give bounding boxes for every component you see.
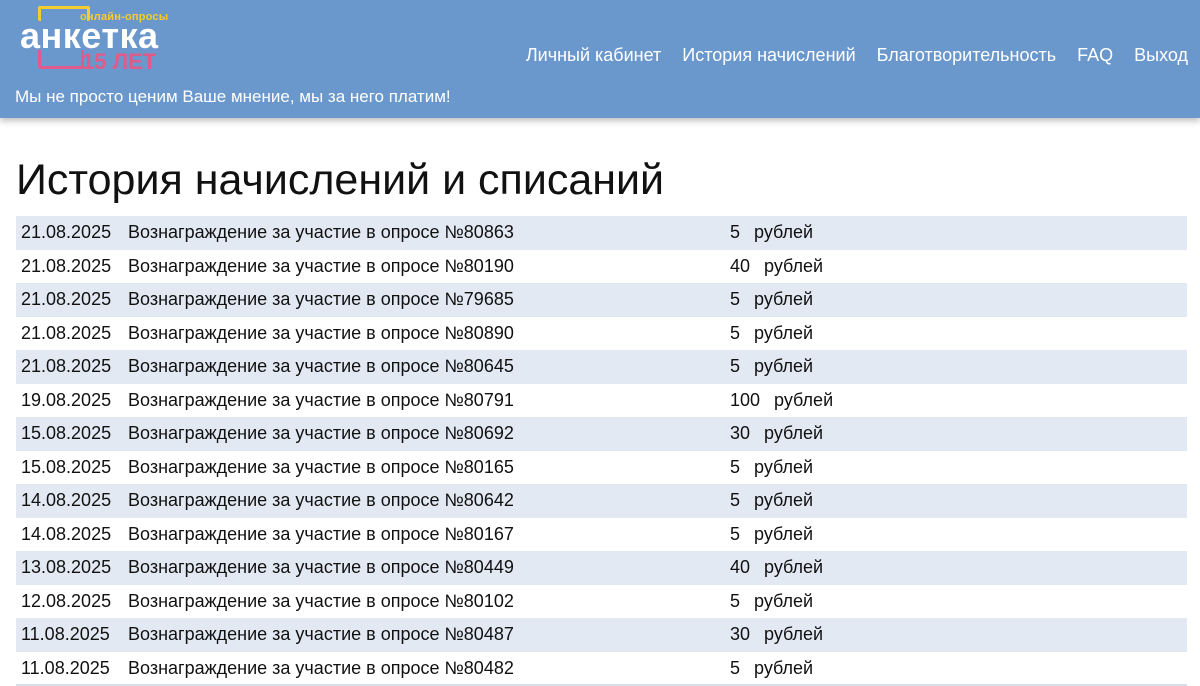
transaction-amount-group: 40 рублей bbox=[730, 250, 823, 284]
transaction-amount: 5 bbox=[730, 590, 741, 611]
site-logo[interactable]: онлайн-опросы анкетка 15 ЛЕТ bbox=[20, 2, 180, 74]
transaction-currency: рублей bbox=[774, 389, 834, 410]
page-title: История начислений и списаний bbox=[16, 156, 665, 204]
transaction-amount: 40 bbox=[730, 557, 751, 577]
table-row: 13.08.2025 Вознаграждение за участие в оп… bbox=[16, 551, 1187, 585]
transaction-description: Вознаграждение за участие в опросе №8019… bbox=[128, 255, 514, 276]
transaction-description: Вознаграждение за участие в опросе №8064… bbox=[128, 356, 514, 376]
transaction-amount: 30 bbox=[730, 423, 751, 443]
transaction-amount: 5 bbox=[730, 657, 741, 678]
transaction-description: Вознаграждение за участие в опросе №8048… bbox=[128, 657, 514, 678]
transaction-amount: 5 bbox=[730, 490, 741, 510]
table-row: 21.08.2025 Вознаграждение за участие в оп… bbox=[16, 216, 1187, 250]
transaction-amount: 5 bbox=[730, 322, 741, 343]
transaction-currency: рублей bbox=[754, 289, 814, 309]
transaction-amount: 5 bbox=[730, 523, 741, 544]
transaction-date: 15.08.2025 bbox=[21, 456, 112, 477]
transaction-amount-group: 5 рублей bbox=[730, 216, 813, 250]
transaction-currency: рублей bbox=[754, 356, 814, 376]
main-nav: Личный кабинет История начислений Благот… bbox=[526, 45, 1188, 66]
transactions-table: 21.08.2025 Вознаграждение за участие в оп… bbox=[16, 216, 1187, 685]
table-row: 14.08.2025 Вознаграждение за участие в оп… bbox=[16, 517, 1187, 552]
table-row: 21.08.2025 Вознаграждение за участие в оп… bbox=[16, 249, 1187, 284]
table-row: 11.08.2025 Вознаграждение за участие в оп… bbox=[16, 618, 1187, 652]
transaction-description: Вознаграждение за участие в опросе №8016… bbox=[128, 523, 514, 544]
transaction-currency: рублей bbox=[754, 490, 814, 510]
table-row: 21.08.2025 Вознаграждение за участие в оп… bbox=[16, 316, 1187, 351]
table-row: 11.08.2025 Вознаграждение за участие в оп… bbox=[16, 651, 1187, 686]
transaction-description: Вознаграждение за участие в опросе №8086… bbox=[128, 222, 514, 242]
transaction-date: 21.08.2025 bbox=[21, 289, 112, 309]
transaction-description: Вознаграждение за участие в опросе №8089… bbox=[128, 322, 514, 343]
transaction-description: Вознаграждение за участие в опросе №8044… bbox=[128, 557, 514, 577]
transaction-amount-group: 5 рублей bbox=[730, 317, 813, 351]
transaction-currency: рублей bbox=[754, 590, 814, 611]
transaction-amount-group: 40 рублей bbox=[730, 551, 823, 585]
header-slogan: Мы не просто ценим Ваше мнение, мы за не… bbox=[15, 87, 451, 106]
transaction-amount: 5 bbox=[730, 456, 741, 477]
transaction-amount-group: 5 рублей bbox=[730, 283, 813, 317]
table-row: 14.08.2025 Вознаграждение за участие в оп… bbox=[16, 484, 1187, 518]
transaction-description: Вознаграждение за участие в опросе №8016… bbox=[128, 456, 514, 477]
transaction-date: 11.08.2025 bbox=[21, 657, 110, 678]
transaction-currency: рублей bbox=[764, 255, 824, 276]
transaction-description: Вознаграждение за участие в опросе №8048… bbox=[128, 624, 514, 644]
table-row: 15.08.2025 Вознаграждение за участие в оп… bbox=[16, 417, 1187, 451]
nav-personal-account[interactable]: Личный кабинет bbox=[526, 45, 661, 66]
transaction-amount-group: 30 рублей bbox=[730, 417, 823, 451]
transaction-amount: 30 bbox=[730, 624, 751, 644]
table-row: 15.08.2025 Вознаграждение за участие в оп… bbox=[16, 450, 1187, 485]
nav-logout[interactable]: Выход bbox=[1134, 45, 1188, 66]
nav-faq[interactable]: FAQ bbox=[1077, 45, 1113, 66]
transaction-currency: рублей bbox=[754, 657, 814, 678]
nav-history[interactable]: История начислений bbox=[682, 45, 855, 66]
transaction-amount: 100 bbox=[730, 389, 761, 410]
transaction-amount-group: 5 рублей bbox=[730, 585, 813, 619]
transaction-date: 21.08.2025 bbox=[21, 255, 112, 276]
transaction-currency: рублей bbox=[754, 222, 814, 242]
transaction-amount-group: 5 рублей bbox=[730, 484, 813, 518]
transaction-date: 21.08.2025 bbox=[21, 356, 112, 376]
transaction-date: 13.08.2025 bbox=[21, 557, 112, 577]
transaction-amount: 5 bbox=[730, 289, 741, 309]
transaction-currency: рублей bbox=[754, 322, 814, 343]
transaction-amount-group: 30 рублей bbox=[730, 618, 823, 652]
transaction-description: Вознаграждение за участие в опросе №8064… bbox=[128, 490, 514, 510]
transaction-description: Вознаграждение за участие в опросе №7968… bbox=[128, 289, 514, 309]
transaction-currency: рублей bbox=[764, 624, 824, 644]
transaction-amount-group: 5 рублей bbox=[730, 451, 813, 485]
transaction-amount: 5 bbox=[730, 356, 741, 376]
transaction-amount-group: 5 рублей bbox=[730, 652, 813, 686]
transaction-date: 19.08.2025 bbox=[21, 389, 112, 410]
table-row: 21.08.2025 Вознаграждение за участие в оп… bbox=[16, 350, 1187, 384]
transaction-date: 12.08.2025 bbox=[21, 590, 112, 611]
table-row: 21.08.2025 Вознаграждение за участие в оп… bbox=[16, 283, 1187, 317]
logo-frame-bottom bbox=[38, 50, 84, 69]
transaction-amount-group: 5 рублей bbox=[730, 350, 813, 384]
logo-years: 15 ЛЕТ bbox=[82, 49, 157, 74]
transaction-date: 14.08.2025 bbox=[21, 490, 112, 510]
transaction-description: Вознаграждение за участие в опросе №8010… bbox=[128, 590, 514, 611]
transaction-amount-group: 5 рублей bbox=[730, 518, 813, 552]
transaction-currency: рублей bbox=[754, 523, 814, 544]
nav-charity[interactable]: Благотворительность bbox=[877, 45, 1057, 66]
transaction-amount: 40 bbox=[730, 255, 751, 276]
transaction-date: 15.08.2025 bbox=[21, 423, 112, 443]
site-header: онлайн-опросы анкетка 15 ЛЕТ Личный каби… bbox=[0, 0, 1200, 118]
transaction-currency: рублей bbox=[764, 557, 824, 577]
transaction-amount: 5 bbox=[730, 222, 741, 242]
transaction-date: 11.08.2025 bbox=[21, 624, 110, 644]
transaction-amount-group: 100 рублей bbox=[730, 384, 833, 418]
table-row: 19.08.2025 Вознаграждение за участие в оп… bbox=[16, 383, 1187, 418]
transaction-description: Вознаграждение за участие в опросе №8069… bbox=[128, 423, 514, 443]
transaction-date: 21.08.2025 bbox=[21, 222, 112, 242]
transaction-description: Вознаграждение за участие в опросе №8079… bbox=[128, 389, 514, 410]
transaction-date: 14.08.2025 bbox=[21, 523, 112, 544]
transaction-currency: рублей bbox=[764, 423, 824, 443]
transaction-date: 21.08.2025 bbox=[21, 322, 112, 343]
table-row: 12.08.2025 Вознаграждение за участие в оп… bbox=[16, 584, 1187, 619]
transaction-currency: рублей bbox=[754, 456, 814, 477]
